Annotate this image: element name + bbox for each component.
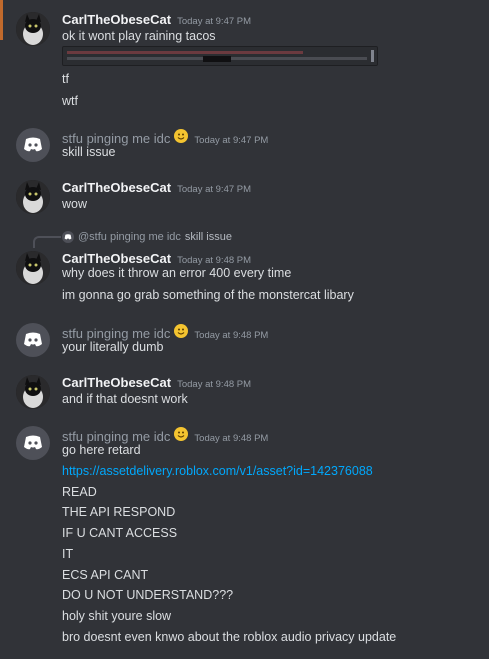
timestamp: Today at 9:48 PM [177, 255, 252, 266]
message-text: why does it throw an error 400 every tim… [62, 266, 292, 280]
message-text: skill issue [62, 145, 116, 159]
message-header: CarlTheObeseCat Today at 9:48 PM [62, 375, 251, 390]
username[interactable]: CarlTheObeseCat [62, 12, 171, 27]
channel-accent-bar [0, 0, 3, 40]
message-text: im gonna go grab something of the monste… [62, 288, 354, 302]
cat-avatar-icon[interactable] [16, 180, 50, 214]
message-header: CarlTheObeseCat Today at 9:47 PM [62, 180, 251, 195]
asset-link[interactable]: https://assetdelivery.roblox.com/v1/asse… [62, 464, 373, 478]
username[interactable]: stfu pinging me idc [62, 326, 170, 341]
timestamp: Today at 9:47 PM [177, 16, 252, 27]
message-text: IF U CANT ACCESS [62, 526, 178, 540]
message-text: holy shit youre slow [62, 609, 172, 623]
message-header: stfu pinging me idc Today at 9:48 PM [62, 426, 268, 444]
username[interactable]: CarlTheObeseCat [62, 375, 171, 390]
timestamp: Today at 9:47 PM [194, 135, 269, 146]
username[interactable]: CarlTheObeseCat [62, 251, 171, 266]
timestamp: Today at 9:48 PM [194, 433, 269, 444]
message-text: go here retard [62, 443, 141, 457]
smiley-emoji-icon [174, 426, 189, 441]
timestamp: Today at 9:48 PM [194, 330, 269, 341]
smiley-emoji-icon [174, 128, 189, 143]
message-header: stfu pinging me idc Today at 9:48 PM [62, 323, 268, 341]
message-text: your literally dumb [62, 340, 164, 354]
username[interactable]: stfu pinging me idc [62, 131, 170, 146]
message-text: DO U NOT UNDERSTAND??? [62, 588, 234, 602]
cat-avatar-icon[interactable] [16, 375, 50, 409]
message-text: ok it wont play raining tacos [62, 29, 216, 43]
discord-logo-icon[interactable] [16, 128, 50, 162]
message-text: ECS API CANT [62, 568, 149, 582]
username[interactable]: stfu pinging me idc [62, 429, 170, 444]
message-text: tf [62, 72, 69, 86]
timestamp: Today at 9:47 PM [177, 184, 252, 195]
message-text: THE API RESPOND [62, 505, 176, 519]
reply-spine [33, 236, 61, 248]
message-text: wtf [62, 94, 78, 108]
discord-logo-icon[interactable] [16, 426, 50, 460]
message-text: wow [62, 197, 88, 211]
message-text: READ [62, 485, 97, 499]
discord-logo-icon[interactable] [16, 323, 50, 357]
message-text: and if that doesnt work [62, 392, 188, 406]
message-header: stfu pinging me idc Today at 9:47 PM [62, 128, 268, 146]
username[interactable]: CarlTheObeseCat [62, 180, 171, 195]
discord-logo-icon [62, 231, 74, 243]
reply-reference[interactable]: @stfu pinging me idc skill issue [62, 231, 232, 243]
cat-avatar-icon[interactable] [16, 251, 50, 285]
message-header: CarlTheObeseCat Today at 9:47 PM [62, 12, 251, 27]
error-screenshot-attachment[interactable] [62, 46, 378, 66]
cat-avatar-icon[interactable] [16, 12, 50, 46]
message-text: bro doesnt even knwo about the roblox au… [62, 630, 397, 644]
reply-text: skill issue [184, 231, 232, 243]
message-header: CarlTheObeseCat Today at 9:48 PM [62, 251, 251, 266]
timestamp: Today at 9:48 PM [177, 379, 252, 390]
reply-author[interactable]: @stfu pinging me idc [78, 231, 181, 243]
message-text: IT [62, 547, 74, 561]
smiley-emoji-icon [174, 323, 189, 338]
